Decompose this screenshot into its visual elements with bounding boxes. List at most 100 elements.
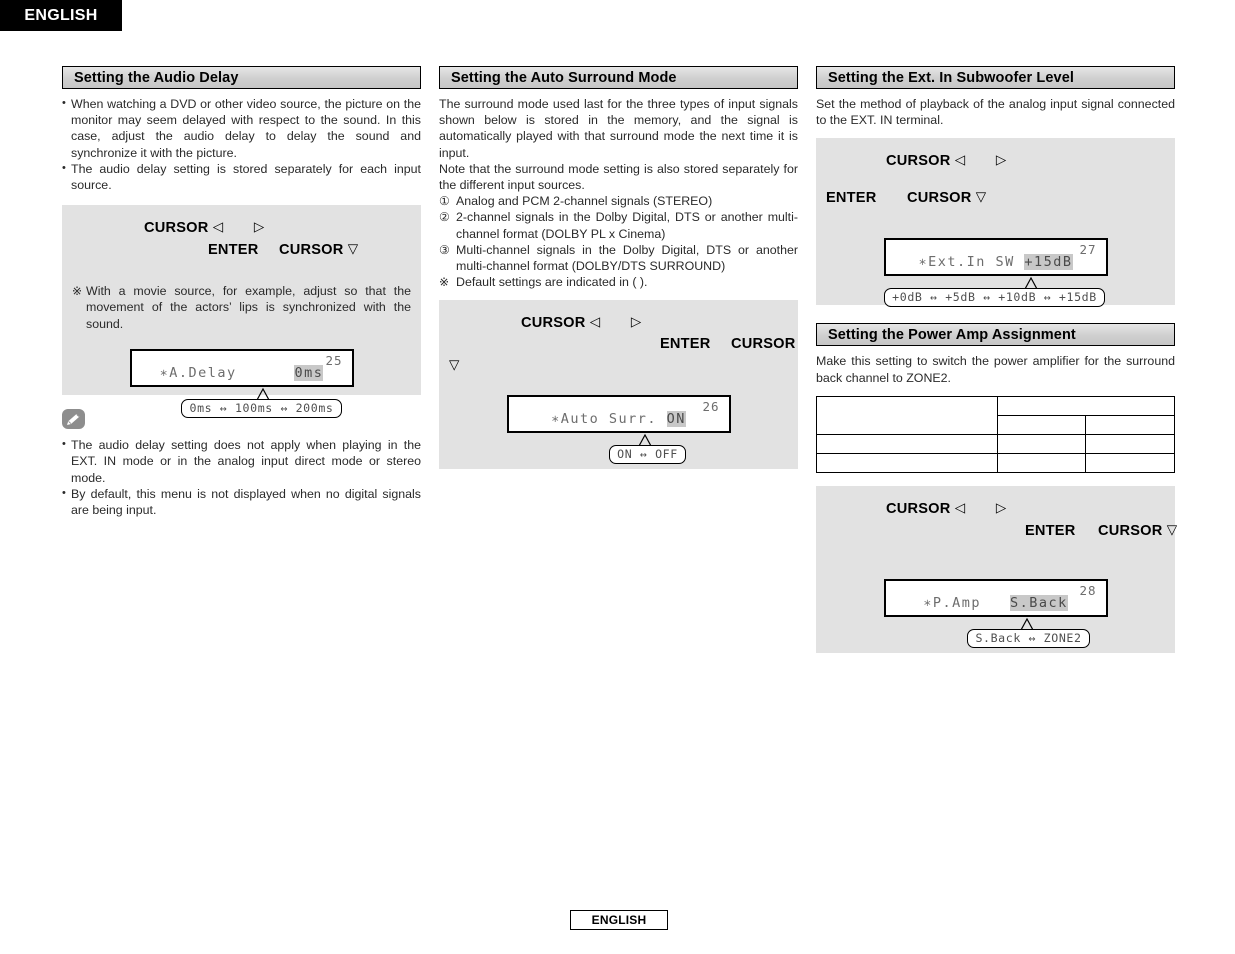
key-hint-row-1: CURSOR ◁ ▷ [826, 498, 1165, 520]
callout-leader-line [256, 387, 270, 400]
power-amp-table [816, 395, 1176, 473]
key-hint-row-1: CURSOR ◁ ▷ [449, 312, 788, 334]
lcd-display: 26 ∗Auto Surr. ON [506, 395, 731, 434]
cursor-label: CURSOR [279, 242, 344, 259]
paragraph: Make this setting to switch the power am… [816, 354, 1175, 385]
audio-delay-display-group: 25 ∗A.Delay 0ms 0ms ↔ 100ms ↔ 200ms [72, 348, 411, 418]
cursor-down-icon: ▽ [449, 357, 460, 373]
power-amp-paragraph: Make this setting to switch the power am… [816, 353, 1175, 385]
auto-surround-callout: ON ↔ OFF [609, 445, 686, 465]
key-hint-row-2: ENTER CURSOR ▽ [72, 239, 411, 261]
cursor-label: CURSOR [521, 315, 586, 332]
cursor-label: CURSOR [886, 500, 951, 517]
callout-leader-line [1020, 617, 1034, 630]
cursor-left-icon: ◁ [954, 499, 966, 515]
key-hint-row-1: CURSOR ◁ ▷ [826, 150, 1165, 172]
cursor-label: CURSOR [144, 220, 209, 237]
circled-number-3-icon: ③ [439, 242, 450, 257]
key-hint-row-2: ENTER CURSOR [449, 334, 795, 355]
cursor-right-icon: ▷ [630, 314, 642, 330]
lcd-display: 25 ∗A.Delay 0ms [129, 348, 354, 387]
audio-delay-note-text: With a movie source, for example, adjust… [86, 284, 411, 331]
ext-in-subwoofer-paragraph: Set the method of playback of the analog… [816, 96, 1175, 128]
lcd-line: ∗Auto Surr. ON [509, 411, 729, 428]
auto-surround-display-group: 26 ∗Auto Surr. ON ON ↔ OFF [449, 395, 788, 465]
list-item-text: Multi-channel signals in the Dolby Digit… [456, 242, 798, 274]
cursor-left-icon: ◁ [212, 219, 224, 235]
language-banner-label: ENGLISH [24, 6, 98, 24]
cursor-down-icon: ▽ [975, 189, 987, 205]
lcd-display: 28 ∗P.Amp S.Back [883, 578, 1108, 617]
power-amp-callout: S.Back ↔ ZONE2 [967, 628, 1090, 648]
key-hint-row-2: ENTER CURSOR ▽ [826, 520, 1177, 542]
lcd-value: S.Back [1009, 594, 1068, 611]
lcd-label: ∗P.Amp [923, 594, 982, 611]
reference-mark-icon: ※ [72, 284, 83, 299]
table-cell [996, 433, 1087, 454]
lcd-display: 27 ∗Ext.In SW +15dB [883, 238, 1108, 277]
section-title-audio-delay: Setting the Audio Delay [62, 66, 421, 89]
lcd-value: ON [666, 411, 686, 428]
circled-number-2-icon: ② [439, 210, 450, 225]
power-amp-display-group: 28 ∗P.Amp S.Back S.Back ↔ ZONE2 [826, 578, 1165, 648]
auto-surround-operation-panel: CURSOR ◁ ▷ ENTER CURSOR ▽ 26 ∗Auto Surr.… [439, 300, 798, 470]
cursor-label: CURSOR [907, 190, 972, 207]
lcd-label: ∗Ext.In SW [918, 254, 1015, 271]
table-cell [1085, 414, 1175, 435]
language-banner: ENGLISH [0, 0, 122, 31]
cursor-label: CURSOR [1098, 522, 1163, 539]
cursor-left-icon: ◁ [589, 314, 601, 330]
auto-surround-signal-list: ① Analog and PCM 2-channel signals (STER… [439, 193, 798, 290]
paragraph: The surround mode used last for the thre… [439, 97, 798, 160]
list-item: By default, this menu is not displayed w… [62, 485, 421, 518]
auto-surround-paragraph-2: Note that the surround mode setting is a… [439, 161, 798, 193]
table-cell [816, 395, 998, 435]
key-hint-row-1: CURSOR ◁ ▷ [72, 217, 411, 239]
power-amp-operation-panel: CURSOR ◁ ▷ ENTER CURSOR ▽ 28 ∗P.Amp S.Ba… [816, 485, 1177, 653]
list-item-text: Analog and PCM 2-channel signals (STEREO… [456, 194, 713, 209]
list-item: The audio delay setting is stored separa… [62, 160, 421, 193]
lcd-line: ∗A.Delay 0ms [132, 364, 352, 381]
table-cell [1085, 433, 1175, 454]
list-item: ※ Default settings are indicated in ( ). [439, 274, 798, 290]
audio-delay-memo-list: The audio delay setting does not apply w… [62, 436, 421, 518]
table-cell [816, 452, 998, 473]
cursor-right-icon: ▷ [995, 152, 1007, 168]
audio-delay-note: ※ With a movie source, for example, adju… [72, 283, 411, 332]
audio-delay-operation-panel: CURSOR ◁ ▷ ENTER CURSOR ▽ ※ With a movie… [62, 205, 421, 418]
section-title-power-amp: Setting the Power Amp Assignment [816, 323, 1175, 347]
cursor-left-icon: ◁ [954, 152, 966, 168]
list-item: The audio delay setting does not apply w… [62, 436, 421, 486]
table-cell [996, 395, 1176, 416]
section-title-ext-in-subwoofer: Setting the Ext. In Subwoofer Level [816, 66, 1175, 89]
table-cell [996, 452, 1087, 473]
table-row [816, 452, 1175, 473]
table-row [816, 433, 1175, 454]
lcd-value: 0ms [294, 364, 324, 381]
enter-label: ENTER [1025, 522, 1076, 539]
column-right: Setting the Ext. In Subwoofer Level Set … [816, 66, 1177, 653]
list-item-text: Default settings are indicated in ( ). [456, 275, 648, 290]
list-item: When watching a DVD or other video sourc… [62, 95, 421, 161]
audio-delay-bullet-list: When watching a DVD or other video sourc… [62, 95, 421, 193]
column-left: Setting the Audio Delay When watching a … [62, 66, 421, 518]
enter-label: ENTER [660, 336, 711, 353]
key-hint-row-2: ENTER CURSOR ▽ [826, 187, 1165, 209]
cursor-label: CURSOR [731, 336, 796, 353]
lcd-value: +15dB [1024, 254, 1073, 271]
circled-number-1-icon: ① [439, 194, 450, 209]
lcd-line: ∗Ext.In SW +15dB [886, 254, 1106, 271]
column-middle: Setting the Auto Surround Mode The surro… [439, 66, 798, 470]
ext-in-subwoofer-display-group: 27 ∗Ext.In SW +15dB +0dB ↔ +5dB ↔ +10dB … [826, 238, 1165, 308]
lcd-label: ∗A.Delay [159, 364, 237, 381]
cursor-right-icon: ▷ [995, 499, 1007, 515]
footer-language-box: ENGLISH [570, 910, 668, 930]
list-item: ③ Multi-channel signals in the Dolby Dig… [439, 242, 798, 274]
audio-delay-callout: 0ms ↔ 100ms ↔ 200ms [181, 398, 342, 418]
paragraph: Set the method of playback of the analog… [816, 97, 1175, 128]
lcd-label: ∗Auto Surr. [551, 411, 657, 428]
enter-label: ENTER [208, 242, 259, 259]
ext-in-subwoofer-operation-panel: CURSOR ◁ ▷ ENTER CURSOR ▽ 27 ∗Ext.In SW … [816, 138, 1175, 308]
section-title-auto-surround: Setting the Auto Surround Mode [439, 66, 798, 89]
table-row [816, 395, 1176, 435]
